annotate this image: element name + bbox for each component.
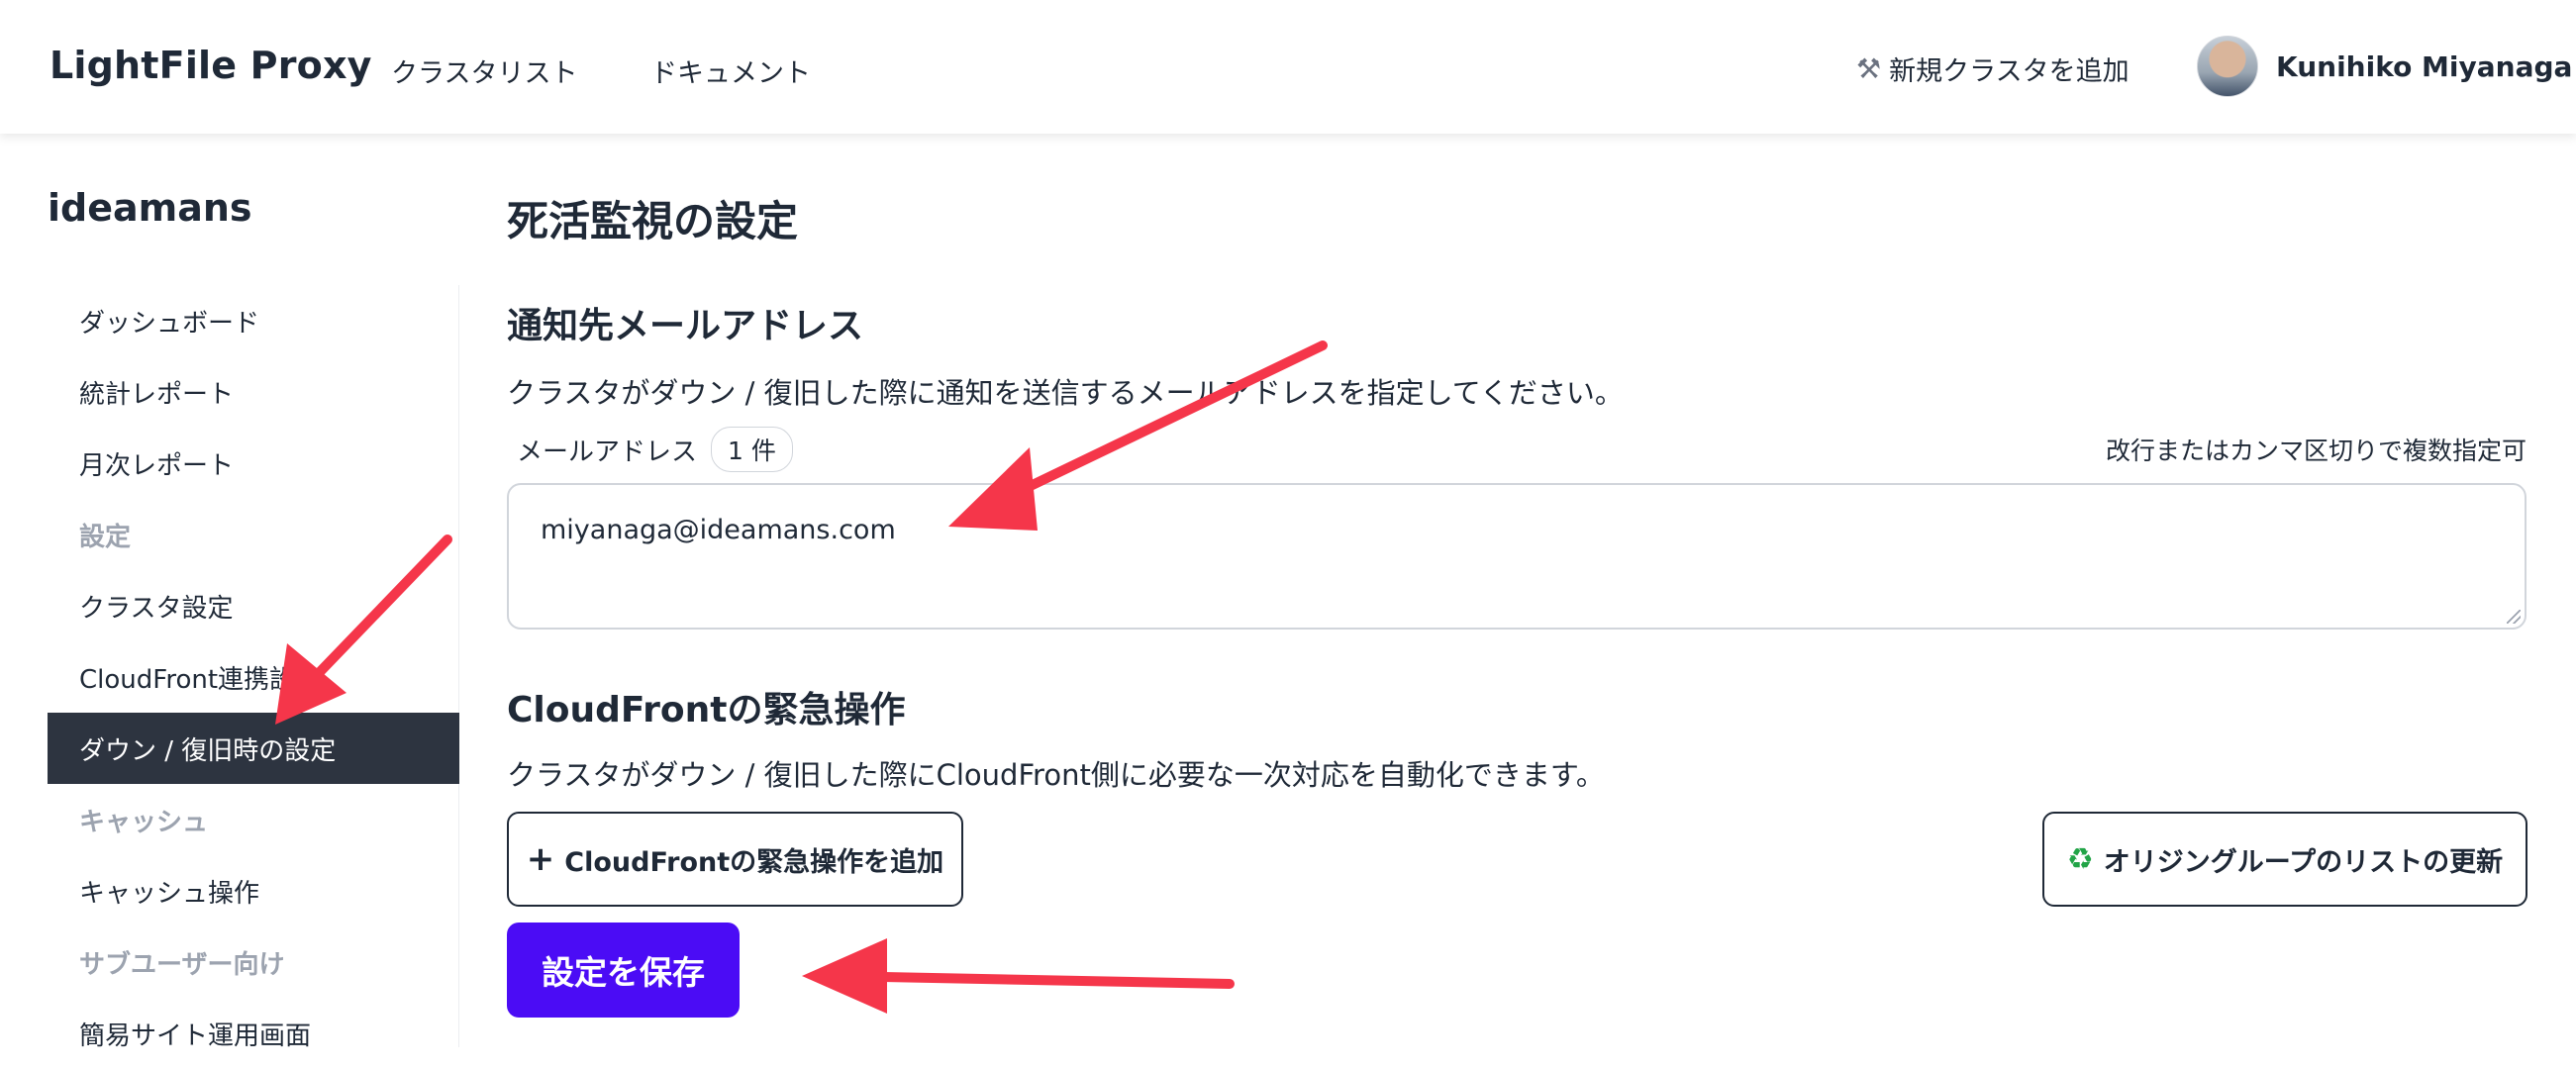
email-label-text: メールアドレス: [517, 437, 698, 467]
sidebar-item-cloudfront-settings[interactable]: CloudFront連携設定: [48, 641, 459, 713]
sidebar-item-cluster-settings[interactable]: クラスタ設定: [48, 570, 459, 641]
page-title: 死活監視の設定: [507, 197, 799, 245]
email-textarea-value: miyanaga@ideamans.com: [541, 515, 896, 545]
textarea-resize-handle[interactable]: [2507, 610, 2521, 624]
add-cluster-label: 新規クラスタを追加: [1889, 56, 2130, 87]
tools-icon: ⚒: [1856, 52, 1882, 85]
sidebar-item-down-recovery-settings[interactable]: ダウン / 復旧時の設定: [48, 713, 459, 784]
top-header: LightFile Proxy クラスタリスト ドキュメント ⚒ 新規クラスタを…: [0, 0, 2576, 134]
avatar: [2197, 36, 2258, 97]
email-textarea[interactable]: miyanaga@ideamans.com: [507, 483, 2526, 630]
nav-documents[interactable]: ドキュメント: [650, 51, 811, 90]
cloudfront-section-title: CloudFrontの緊急操作: [507, 690, 906, 730]
email-field-hint: 改行またはカンマ区切りで複数指定可: [2105, 437, 2526, 465]
sidebar-section-settings: 設定: [79, 522, 132, 552]
nav-cluster-list[interactable]: クラスタリスト: [391, 51, 577, 90]
email-field-label: メールアドレス 1 件: [517, 427, 793, 472]
email-section-title: 通知先メールアドレス: [507, 306, 864, 346]
sidebar-section-cache: キャッシュ: [79, 807, 209, 837]
refresh-origin-groups-label: オリジングループのリストの更新: [2103, 846, 2504, 878]
add-cloudfront-action-button[interactable]: + CloudFrontの緊急操作を追加: [507, 812, 963, 907]
brand-logo-text[interactable]: LightFile Proxy: [50, 44, 372, 87]
plus-icon: +: [526, 839, 555, 879]
annotation-arrow-save: [802, 938, 1235, 1014]
add-cloudfront-action-label: CloudFrontの緊急操作を追加: [564, 846, 944, 878]
add-cluster-link[interactable]: ⚒ 新規クラスタを追加: [1856, 49, 2130, 88]
email-section-description: クラスタがダウン / 復旧した際に通知を送信するメールアドレスを指定してください…: [507, 376, 1624, 410]
organization-name: ideamans: [48, 186, 252, 230]
sidebar-section-sub-users: サブユーザー向け: [79, 949, 285, 980]
cloudfront-section-description: クラスタがダウン / 復旧した際にCloudFront側に必要な一次対応を自動化…: [507, 758, 1605, 792]
sidebar-item-monthly-report[interactable]: 月次レポート: [48, 428, 459, 499]
sidebar-item-simple-site-ops[interactable]: 簡易サイト運用画面: [48, 998, 459, 1069]
sidebar-item-cache-operations[interactable]: キャッシュ操作: [48, 855, 459, 926]
sidebar-item-stats-report[interactable]: 統計レポート: [48, 356, 459, 428]
email-count-badge: 1 件: [711, 427, 793, 472]
sidebar-nav: ダッシュボード 統計レポート 月次レポート 設定 クラスタ設定 CloudFro…: [48, 285, 459, 1051]
refresh-origin-groups-button[interactable]: ♻ オリジングループのリストの更新: [2042, 812, 2527, 907]
user-name: Kunihiko Miyanaga: [2276, 49, 2573, 83]
save-settings-button[interactable]: 設定を保存: [507, 923, 740, 1018]
sidebar-item-dashboard[interactable]: ダッシュボード: [48, 285, 459, 356]
recycle-icon: ♻: [2066, 841, 2094, 877]
user-menu[interactable]: Kunihiko Miyanaga: [2197, 36, 2572, 97]
